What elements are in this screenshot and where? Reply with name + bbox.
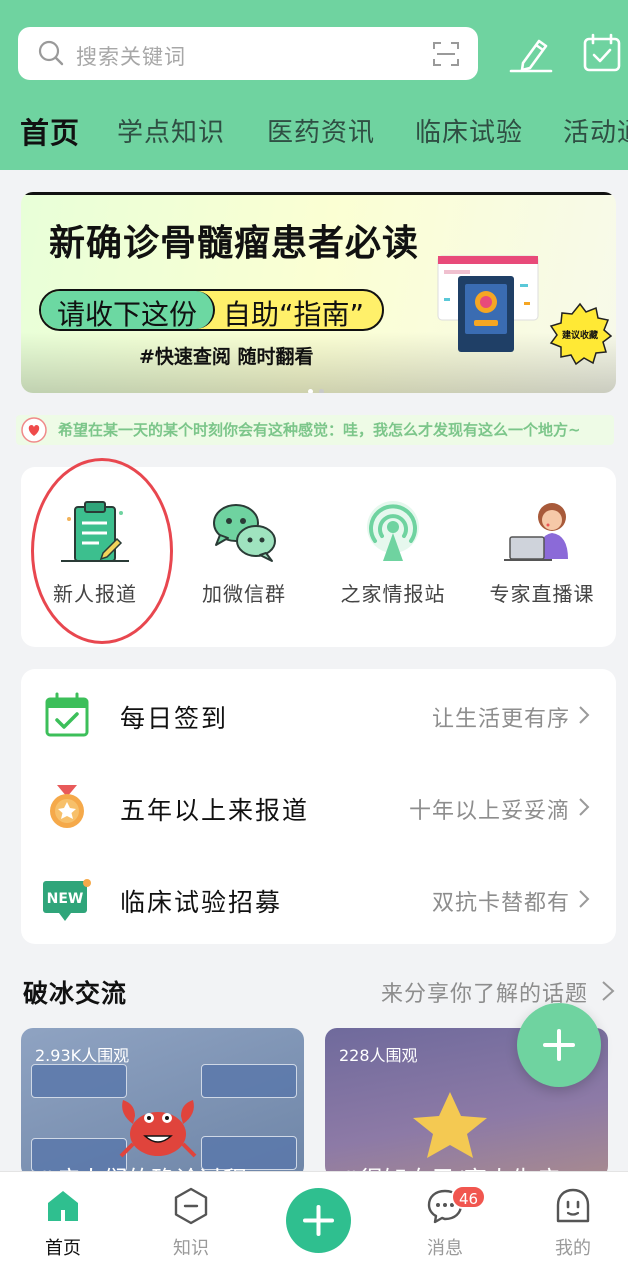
nav-label: 消息 [427,1238,463,1259]
promo-banner[interactable]: 新确诊骨髓瘤患者必读 请收下这份 自助“指南” #快速查阅 随时翻看 建议收藏 [21,192,616,393]
banner-dot [319,389,324,393]
list-item-hint: 双抗卡替都有 [431,891,570,916]
chevron-right-icon [579,798,590,816]
category-tabs: 首页 学点知识 医药资讯 临床试验 活动通 [0,112,628,156]
list-item-five-years[interactable]: 五年以上来报道 十年以上妥妥滴 [21,761,616,853]
banner-top-line [21,192,616,195]
list-item-daily-checkin[interactable]: 每日签到 让生活更有序 [21,669,616,761]
banner-pill-left: 请收下这份 [41,291,216,329]
wechat-icon [213,504,276,562]
banner-dot-active [308,389,313,393]
post-views: 228人围观 [339,1046,418,1065]
new-badge-icon: NEW [43,879,91,921]
list-item-hint: 十年以上妥妥滴 [408,799,570,824]
nav-profile[interactable]: 我的 [533,1186,613,1260]
feature-list-card: 每日签到 让生活更有序 五年以上来报道 十年以上妥妥滴 NEW 临床试验招募 双… [21,669,616,944]
tab-medical-news[interactable]: 医药资讯 [267,112,375,149]
nav-knowledge[interactable]: 知识 [151,1186,231,1260]
chevron-right-icon[interactable] [601,980,615,1002]
quick-link-newcomer[interactable]: 新人报道 [21,497,169,607]
heart-bubble-icon [21,417,47,443]
favorite-badge-icon: 建议收藏 [549,302,612,366]
home-icon [48,1191,78,1221]
guide-book-illustration [437,255,539,352]
edit-pen-icon[interactable] [509,33,553,73]
chevron-right-icon [579,706,590,724]
unread-badge: 46 [451,1185,487,1209]
banner-pill-right: 自助“指南” [223,298,365,331]
list-item-trial-recruit[interactable]: NEW 临床试验招募 双抗卡替都有 [21,853,616,945]
banner-subtitle: #快速查阅 随时翻看 [139,346,314,368]
notice-marquee[interactable]: 希望在某一天的某个时刻你会有这种感觉：哇，我怎么才发现有这么一个地方~ [16,415,614,445]
tab-activities[interactable]: 活动通 [563,112,628,149]
nav-home[interactable]: 首页 [23,1186,103,1260]
list-item-title: 每日签到 [120,704,229,733]
live-teacher-icon [504,503,568,561]
nav-label: 知识 [173,1238,209,1259]
banner-pill: 请收下这份 自助“指南” [39,289,385,331]
search-bar[interactable]: 搜索关键词 [18,27,478,80]
quick-link-label: 新人报道 [53,582,137,606]
list-item-title: 临床试验招募 [120,888,283,917]
quick-link-wechat-group[interactable]: 加微信群 [170,497,318,607]
top-header: 搜索关键词 首页 学点知识 医药资讯 临床试验 活动通 [0,0,628,170]
bottom-nav: 首页 知识 消息 46 我的 [0,1171,628,1266]
crab-illustration [119,1100,197,1158]
quick-link-label: 加微信群 [202,582,286,606]
tab-clinical-trials[interactable]: 临床试验 [415,112,523,149]
calendar-check-icon[interactable] [580,33,624,73]
broadcast-icon [367,501,419,561]
floating-add-button[interactable] [517,1003,601,1087]
list-item-title: 五年以上来报道 [120,796,310,825]
nav-label: 我的 [555,1238,591,1259]
knowledge-icon [174,1187,208,1225]
list-item-hint: 让生活更有序 [431,707,570,732]
plus-icon [303,1205,334,1236]
medal-icon [50,785,84,828]
section-title: 破冰交流 [23,979,128,1008]
quick-link-label: 之家情报站 [340,582,446,606]
clipboard-icon [61,501,129,562]
plus-icon [543,1029,575,1061]
banner-title: 新确诊骨髓瘤患者必读 [49,223,420,264]
tab-knowledge[interactable]: 学点知识 [117,112,225,149]
chevron-right-icon [579,890,590,908]
svg-text:NEW: NEW [47,891,84,907]
search-icon [38,40,64,66]
post-views: 2.93K人围观 [35,1046,130,1065]
nav-publish-button[interactable] [286,1188,351,1253]
quick-link-label: 专家直播课 [489,582,595,606]
post-note [201,1064,297,1098]
profile-icon [556,1188,590,1223]
quick-link-expert-live[interactable]: 专家直播课 [468,497,616,607]
star-illustration [413,1092,487,1158]
scan-icon[interactable] [432,40,460,68]
tab-home[interactable]: 首页 [20,112,80,152]
banner-pagination [308,379,330,393]
post-card[interactable]: 2.93K人围观 #病人们的确诊过程 [21,1028,304,1178]
favorite-badge-text: 建议收藏 [562,329,598,341]
nav-label: 首页 [45,1238,81,1259]
calendar-check-icon [45,692,89,737]
quick-links-card: 新人报道 加微信群 之家情报站 专家直播课 [21,467,616,647]
quick-link-info-station[interactable]: 之家情报站 [319,497,467,607]
marquee-text: 希望在某一天的某个时刻你会有这种感觉：哇，我怎么才发现有这么一个地方~ [58,421,581,439]
search-placeholder: 搜索关键词 [76,45,186,69]
